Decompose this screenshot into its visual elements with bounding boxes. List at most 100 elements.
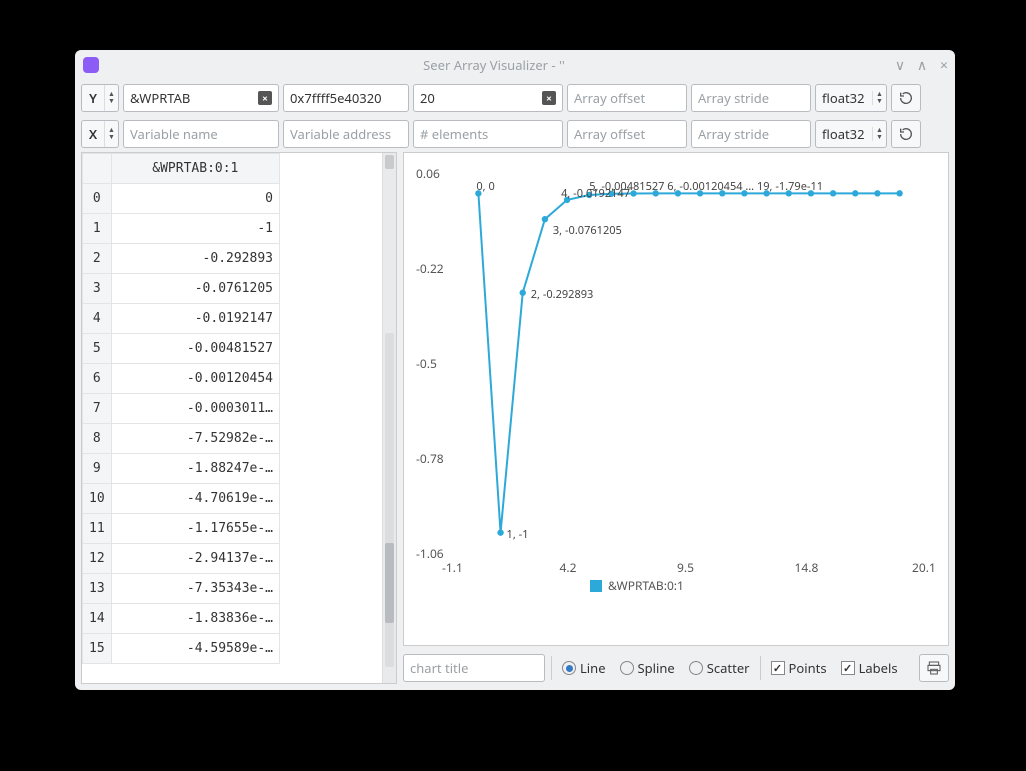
row-value: -1.88247e-… xyxy=(111,454,279,484)
x-var-addr-placeholder: Variable address xyxy=(290,125,391,143)
table-row[interactable]: 14-1.83836e-… xyxy=(83,604,280,634)
table-scroll[interactable]: &WPRTAB:0:1 001-12-0.2928933-0.07612054-… xyxy=(82,153,382,683)
y-row: Y ▲▼ &WPRTAB × 0x7ffff5e40320 20 × Array… xyxy=(75,80,955,116)
row-value: -0.00481527 xyxy=(111,334,279,364)
point-label: 2, -0.292893 xyxy=(531,287,594,302)
table-header[interactable]: &WPRTAB:0:1 xyxy=(111,154,279,184)
x-axis-label: X xyxy=(82,121,104,147)
check-labels[interactable]: ✓ Labels xyxy=(837,659,902,677)
y-var-addr-input[interactable]: 0x7ffff5e40320 xyxy=(283,84,409,112)
spinner-icon[interactable]: ▲▼ xyxy=(872,91,886,105)
row-index: 0 xyxy=(83,184,112,214)
row-value: -1 xyxy=(111,214,279,244)
point-label: 1, -1 xyxy=(507,527,529,542)
row-index: 14 xyxy=(83,604,112,634)
y-elements-input[interactable]: 20 × xyxy=(413,84,563,112)
y-tick: 0.06 xyxy=(416,165,440,182)
x-elements-input[interactable]: # elements xyxy=(413,120,563,148)
point-label-cluster: 5, -0.00481527 6, -0.00120454 … 19, -1.7… xyxy=(589,179,823,194)
table-row[interactable]: 3-0.0761205 xyxy=(83,274,280,304)
radio-spline[interactable]: Spline xyxy=(616,659,679,677)
radio-scatter-label: Scatter xyxy=(707,659,750,677)
check-icon: ✓ xyxy=(841,661,855,675)
radio-dot-icon xyxy=(689,661,703,675)
close-button[interactable]: × xyxy=(933,56,955,75)
x-axis-select[interactable]: X ▲▼ xyxy=(81,120,119,148)
row-value: -0.00120454 xyxy=(111,364,279,394)
row-value: -1.17655e-… xyxy=(111,514,279,544)
spinner-icon[interactable]: ▲▼ xyxy=(872,127,886,141)
table-row[interactable]: 6-0.00120454 xyxy=(83,364,280,394)
y-axis-label: Y xyxy=(82,85,104,111)
y-refresh-button[interactable] xyxy=(891,84,921,112)
minimize-button[interactable]: ∨ xyxy=(889,56,911,75)
row-value: -0.292893 xyxy=(111,244,279,274)
clear-icon[interactable]: × xyxy=(258,91,272,105)
maximize-button[interactable]: ∧ xyxy=(911,56,933,75)
chart-panel: &WPRTAB:0:1 0.06-0.22-0.5-0.78-1.06-1.14… xyxy=(403,152,949,684)
point-label: 3, -0.0761205 xyxy=(553,223,622,238)
table-row[interactable]: 7-0.0003011… xyxy=(83,394,280,424)
table-row[interactable]: 10-4.70619e-… xyxy=(83,484,280,514)
y-offset-input[interactable]: Array offset xyxy=(567,84,687,112)
y-dtype-value: float32 xyxy=(822,89,865,107)
x-var-name-input[interactable]: Variable name xyxy=(123,120,279,148)
x-elements-placeholder: # elements xyxy=(420,125,488,143)
check-points-label: Points xyxy=(789,659,827,677)
table-row[interactable]: 2-0.292893 xyxy=(83,244,280,274)
x-dtype-select[interactable]: float32 ▲▼ xyxy=(815,120,887,148)
radio-scatter[interactable]: Scatter xyxy=(685,659,754,677)
x-var-name-placeholder: Variable name xyxy=(130,125,218,143)
table-row[interactable]: 4-0.0192147 xyxy=(83,304,280,334)
y-dtype-select[interactable]: float32 ▲▼ xyxy=(815,84,887,112)
y-stride-input[interactable]: Array stride xyxy=(691,84,811,112)
row-index: 5 xyxy=(83,334,112,364)
row-value: -0.0761205 xyxy=(111,274,279,304)
table-row[interactable]: 8-7.52982e-… xyxy=(83,424,280,454)
x-tick: 14.8 xyxy=(795,559,819,576)
check-labels-label: Labels xyxy=(859,659,898,677)
table-row[interactable]: 5-0.00481527 xyxy=(83,334,280,364)
point-label: 0, 0 xyxy=(476,179,494,194)
table-row[interactable]: 1-1 xyxy=(83,214,280,244)
table-row[interactable]: 15-4.59589e-… xyxy=(83,634,280,664)
x-refresh-button[interactable] xyxy=(891,120,921,148)
print-button[interactable] xyxy=(919,654,949,682)
y-var-name-input[interactable]: &WPRTAB × xyxy=(123,84,279,112)
row-index: 11 xyxy=(83,514,112,544)
row-index: 6 xyxy=(83,364,112,394)
x-stride-input[interactable]: Array stride xyxy=(691,120,811,148)
table-row[interactable]: 12-2.94137e-… xyxy=(83,544,280,574)
table-row[interactable]: 13-7.35343e-… xyxy=(83,574,280,604)
scrollbar-thumb-bottom[interactable] xyxy=(385,543,394,623)
table-row[interactable]: 9-1.88247e-… xyxy=(83,454,280,484)
table-panel: &WPRTAB:0:1 001-12-0.2928933-0.07612054-… xyxy=(81,152,397,684)
chart-title-input[interactable]: chart title xyxy=(403,654,545,682)
row-index: 12 xyxy=(83,544,112,574)
scrollbar[interactable] xyxy=(382,153,396,683)
y-tick: -0.22 xyxy=(416,260,444,277)
clear-icon[interactable]: × xyxy=(542,91,556,105)
row-index: 7 xyxy=(83,394,112,424)
row-value: -0.0192147 xyxy=(111,304,279,334)
table-corner xyxy=(83,154,112,184)
y-tick: -1.06 xyxy=(416,545,444,562)
app-icon xyxy=(83,57,99,73)
y-tick: -0.78 xyxy=(416,450,444,467)
y-axis-select[interactable]: Y ▲▼ xyxy=(81,84,119,112)
spinner-icon[interactable]: ▲▼ xyxy=(104,121,118,147)
x-dtype-value: float32 xyxy=(822,125,865,143)
radio-line[interactable]: Line xyxy=(558,659,610,677)
x-var-addr-input[interactable]: Variable address xyxy=(283,120,409,148)
y-elements-value: 20 xyxy=(420,89,435,107)
scrollbar-thumb[interactable] xyxy=(385,155,394,169)
refresh-icon xyxy=(898,126,914,142)
table-row[interactable]: 00 xyxy=(83,184,280,214)
row-index: 15 xyxy=(83,634,112,664)
x-offset-input[interactable]: Array offset xyxy=(567,120,687,148)
spinner-icon[interactable]: ▲▼ xyxy=(104,85,118,111)
check-points[interactable]: ✓Points xyxy=(767,659,831,677)
bottom-bar: chart title Line Spline Scatter ✓Points … xyxy=(403,652,949,684)
chart-canvas[interactable]: &WPRTAB:0:1 0.06-0.22-0.5-0.78-1.06-1.14… xyxy=(403,152,949,646)
table-row[interactable]: 11-1.17655e-… xyxy=(83,514,280,544)
